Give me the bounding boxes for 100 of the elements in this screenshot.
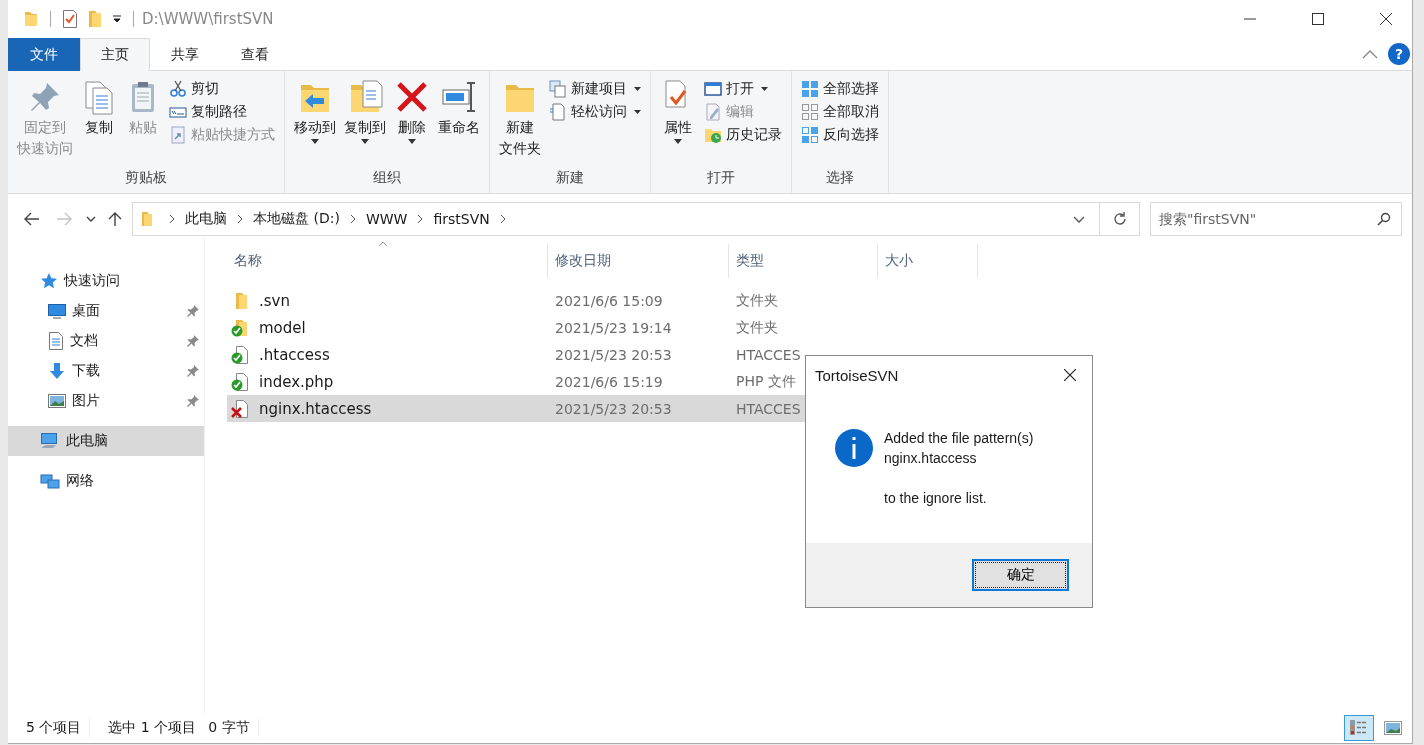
grid-icon <box>801 126 819 144</box>
date-cell: 2021/5/23 20:53 <box>555 400 672 417</box>
nav-item[interactable]: 图片 <box>8 386 204 416</box>
file-name: model <box>259 318 306 337</box>
breadcrumb[interactable]: 此电脑 <box>185 210 227 228</box>
desktop-icon <box>48 303 66 319</box>
computer-icon <box>40 432 60 450</box>
chevron-right-icon[interactable] <box>169 214 175 224</box>
date-cell: 2021/5/23 20:53 <box>555 346 672 363</box>
chevron-up-icon[interactable] <box>1362 49 1378 59</box>
nav-item[interactable]: 网络 <box>8 466 204 496</box>
scissors-icon <box>169 80 187 98</box>
nav-item[interactable]: 下载 <box>8 356 204 386</box>
file-row[interactable]: .svn 2021/6/6 15:09 文件夹 <box>227 287 978 314</box>
breadcrumb[interactable]: 本地磁盘 (D:) <box>253 210 340 228</box>
file-name: .svn <box>259 291 290 310</box>
ribbon-tab[interactable]: 共享 <box>150 38 220 71</box>
chevron-down-icon[interactable] <box>1073 215 1085 223</box>
column-header[interactable]: 修改日期 <box>548 244 729 278</box>
column-header[interactable]: 类型 <box>729 244 878 278</box>
ok-button[interactable]: 确定 <box>972 559 1069 591</box>
status-text: 选中 1 个项目 <box>108 719 197 737</box>
refresh-icon[interactable] <box>1100 202 1140 236</box>
ribbon-button[interactable]: 打开 <box>701 79 785 99</box>
chevron-right-icon[interactable] <box>499 214 506 224</box>
star-icon <box>40 272 58 290</box>
file-name: .htaccess <box>259 345 330 364</box>
date-cell: 2021/5/23 19:14 <box>555 319 672 336</box>
info-icon <box>834 428 874 468</box>
ribbon-button[interactable]: 新建项目 <box>546 79 644 99</box>
pencil-page-icon <box>704 103 722 121</box>
up-arrow-icon[interactable] <box>108 211 122 227</box>
search-field[interactable]: 搜索"firstSVN" <box>1150 202 1402 236</box>
pin-icon[interactable] <box>186 364 200 378</box>
ribbon-button[interactable]: 历史记录 <box>701 125 785 145</box>
grid-icon <box>801 80 819 98</box>
network-icon <box>40 472 60 490</box>
breadcrumb[interactable]: firstSVN <box>433 211 490 227</box>
nav-item[interactable]: 此电脑 <box>8 426 204 456</box>
search-icon[interactable] <box>1377 212 1391 226</box>
file-menu-tab[interactable]: 文件 <box>8 38 80 71</box>
history-icon <box>704 126 722 144</box>
document-icon <box>48 332 64 350</box>
ribbon-button[interactable]: 剪切 <box>166 79 278 99</box>
pin-icon[interactable] <box>186 334 200 348</box>
breadcrumb[interactable]: WWW <box>365 211 408 227</box>
pin-icon[interactable] <box>186 304 200 318</box>
back-arrow-icon[interactable] <box>24 212 40 226</box>
ribbon-button[interactable]: 新建 文件夹 <box>496 77 544 161</box>
list-icon <box>1349 718 1369 738</box>
file-row[interactable]: .htaccess 2021/5/23 20:53 HTACCES <box>227 341 978 368</box>
close-icon[interactable] <box>1380 13 1392 25</box>
nav-item[interactable]: 文档 <box>8 326 204 356</box>
nav-item[interactable]: 快速访问 <box>8 266 204 296</box>
maximize-icon[interactable] <box>1312 13 1324 25</box>
group-label: 剪贴板 <box>125 169 167 187</box>
chevron-right-icon[interactable] <box>349 214 356 224</box>
file-name: nginx.htaccess <box>259 399 372 418</box>
shortcut-icon <box>169 126 187 144</box>
chevron-down-icon[interactable] <box>86 216 96 222</box>
status-text: 5 个项目 <box>26 719 82 737</box>
ribbon-button[interactable]: 重命名 <box>435 77 483 140</box>
file-name: index.php <box>259 372 334 391</box>
close-icon[interactable] <box>1064 369 1076 381</box>
ribbon-button[interactable]: 复制 <box>78 77 120 140</box>
chevron-right-icon[interactable] <box>237 214 243 224</box>
ribbon-button[interactable]: 复制到 <box>341 77 389 146</box>
date-cell: 2021/6/6 15:19 <box>555 373 663 390</box>
nav-item[interactable]: 桌面 <box>8 296 204 326</box>
ribbon-button[interactable]: 反向选择 <box>798 125 882 145</box>
rename-icon <box>441 79 477 115</box>
ribbon-button[interactable]: 移动到 <box>291 77 339 146</box>
folder-icon <box>141 211 153 227</box>
type-cell: HTACCES <box>736 400 801 417</box>
chevron-right-icon[interactable] <box>417 214 424 224</box>
ribbon-button[interactable]: 全部选择 <box>798 79 882 99</box>
help-button[interactable]: ? <box>1388 43 1410 65</box>
landscape-icon <box>1384 721 1402 735</box>
window-icon <box>704 80 722 98</box>
download-arrow-icon <box>48 362 66 380</box>
address-bar[interactable]: 此电脑 本地磁盘 (D:) WWW firstSVN <box>132 202 1100 236</box>
group-label: 选择 <box>826 169 854 187</box>
group-label: 组织 <box>373 169 401 187</box>
file-row[interactable]: model 2021/5/23 19:14 文件夹 <box>227 314 978 341</box>
date-cell: 2021/6/6 15:09 <box>555 292 663 309</box>
ribbon-tab[interactable]: 查看 <box>220 38 290 71</box>
checkmark-page-icon[interactable] <box>62 10 78 28</box>
ribbon-tab[interactable]: 主页 <box>80 38 150 71</box>
ribbon-button[interactable]: 轻松访问 <box>546 102 644 122</box>
details-view-button[interactable] <box>1344 715 1374 741</box>
pin-icon[interactable] <box>186 394 200 408</box>
ribbon-button[interactable]: 复制路径 <box>166 102 278 122</box>
ribbon-button[interactable]: 属性 <box>657 77 699 146</box>
column-header[interactable]: 名称 <box>227 244 548 278</box>
grid-outline-icon <box>801 103 819 121</box>
ribbon-button[interactable]: 全部取消 <box>798 102 882 122</box>
caret-icon[interactable] <box>112 14 122 24</box>
column-header[interactable]: 大小 <box>878 244 978 278</box>
ribbon-button[interactable]: 删除 <box>391 77 433 146</box>
dialog-message: Added the file pattern(s) nginx.htaccess to the ignore list. <box>884 429 1034 508</box>
